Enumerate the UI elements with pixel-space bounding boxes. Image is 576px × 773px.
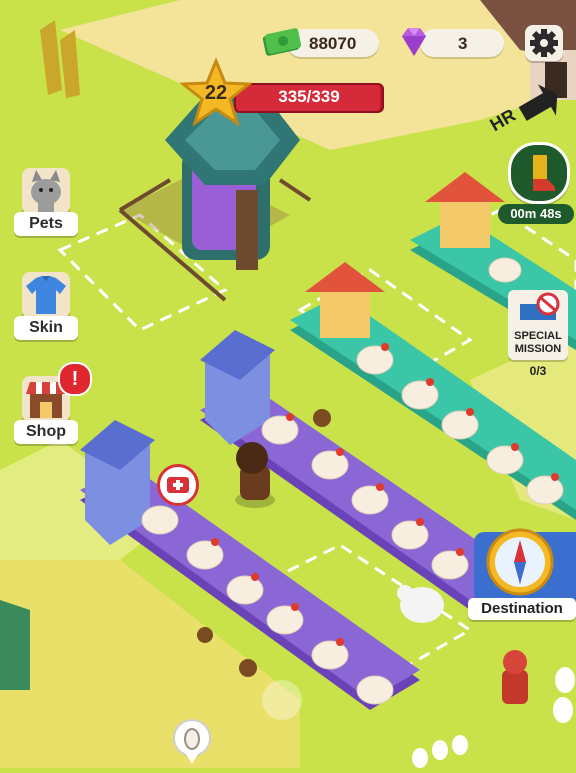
settings-button[interactable] xyxy=(525,25,563,61)
shirt-icon xyxy=(26,276,66,314)
gem-icon xyxy=(396,24,432,60)
shop-button[interactable]: Shop ! xyxy=(14,362,92,446)
compass-icon xyxy=(486,528,554,596)
npc-worker xyxy=(502,650,528,704)
mission-progress: 0/3 xyxy=(529,364,547,378)
timed-reward-circle xyxy=(508,142,570,204)
ladder xyxy=(236,190,258,270)
gear-icon xyxy=(530,29,558,57)
pets-button[interactable]: Pets xyxy=(14,168,78,238)
cash-icon xyxy=(262,25,302,57)
egg-collect-marker[interactable] xyxy=(172,718,212,768)
destination-label: Destination xyxy=(468,598,576,620)
first-aid-marker[interactable] xyxy=(157,464,199,506)
skin-button[interactable]: Skin xyxy=(14,272,78,342)
special-mission-title-1: SPECIAL xyxy=(514,330,562,342)
cat-icon xyxy=(31,170,61,212)
special-mission-card: SPECIAL MISSION xyxy=(508,290,568,360)
joystick-knob xyxy=(262,680,302,720)
boot-icon xyxy=(533,155,555,191)
sheep xyxy=(397,585,444,623)
destination-button[interactable]: Destination xyxy=(468,522,576,622)
shop-label: Shop xyxy=(14,420,78,444)
special-mission-button[interactable]: SPECIAL MISSION 0/3 xyxy=(508,290,568,386)
no-entry-icon xyxy=(520,292,560,320)
level-badge: 22 xyxy=(180,58,252,128)
timer-text: 00m 48s xyxy=(498,204,574,224)
wheat xyxy=(40,20,80,98)
special-mission-title-2: MISSION xyxy=(514,343,562,355)
skin-label: Skin xyxy=(14,316,78,340)
shop-alert-badge: ! xyxy=(58,362,92,396)
xp-text: 335/339 xyxy=(278,87,340,106)
xp-bar: 335/339 xyxy=(234,83,384,113)
gems-counter: 3 xyxy=(420,29,504,57)
gems-value: 3 xyxy=(458,34,468,53)
level-number: 22 xyxy=(204,82,228,104)
first-aid-icon xyxy=(167,477,189,493)
pets-tile xyxy=(22,168,70,214)
egg-icon xyxy=(173,719,211,764)
eggs xyxy=(412,667,575,768)
pets-label: Pets xyxy=(14,212,78,236)
cash-value: 88070 xyxy=(309,34,357,53)
timed-reward-button[interactable]: 00m 48s xyxy=(498,142,574,226)
skin-tile xyxy=(22,272,70,318)
trash-bin xyxy=(0,600,30,690)
